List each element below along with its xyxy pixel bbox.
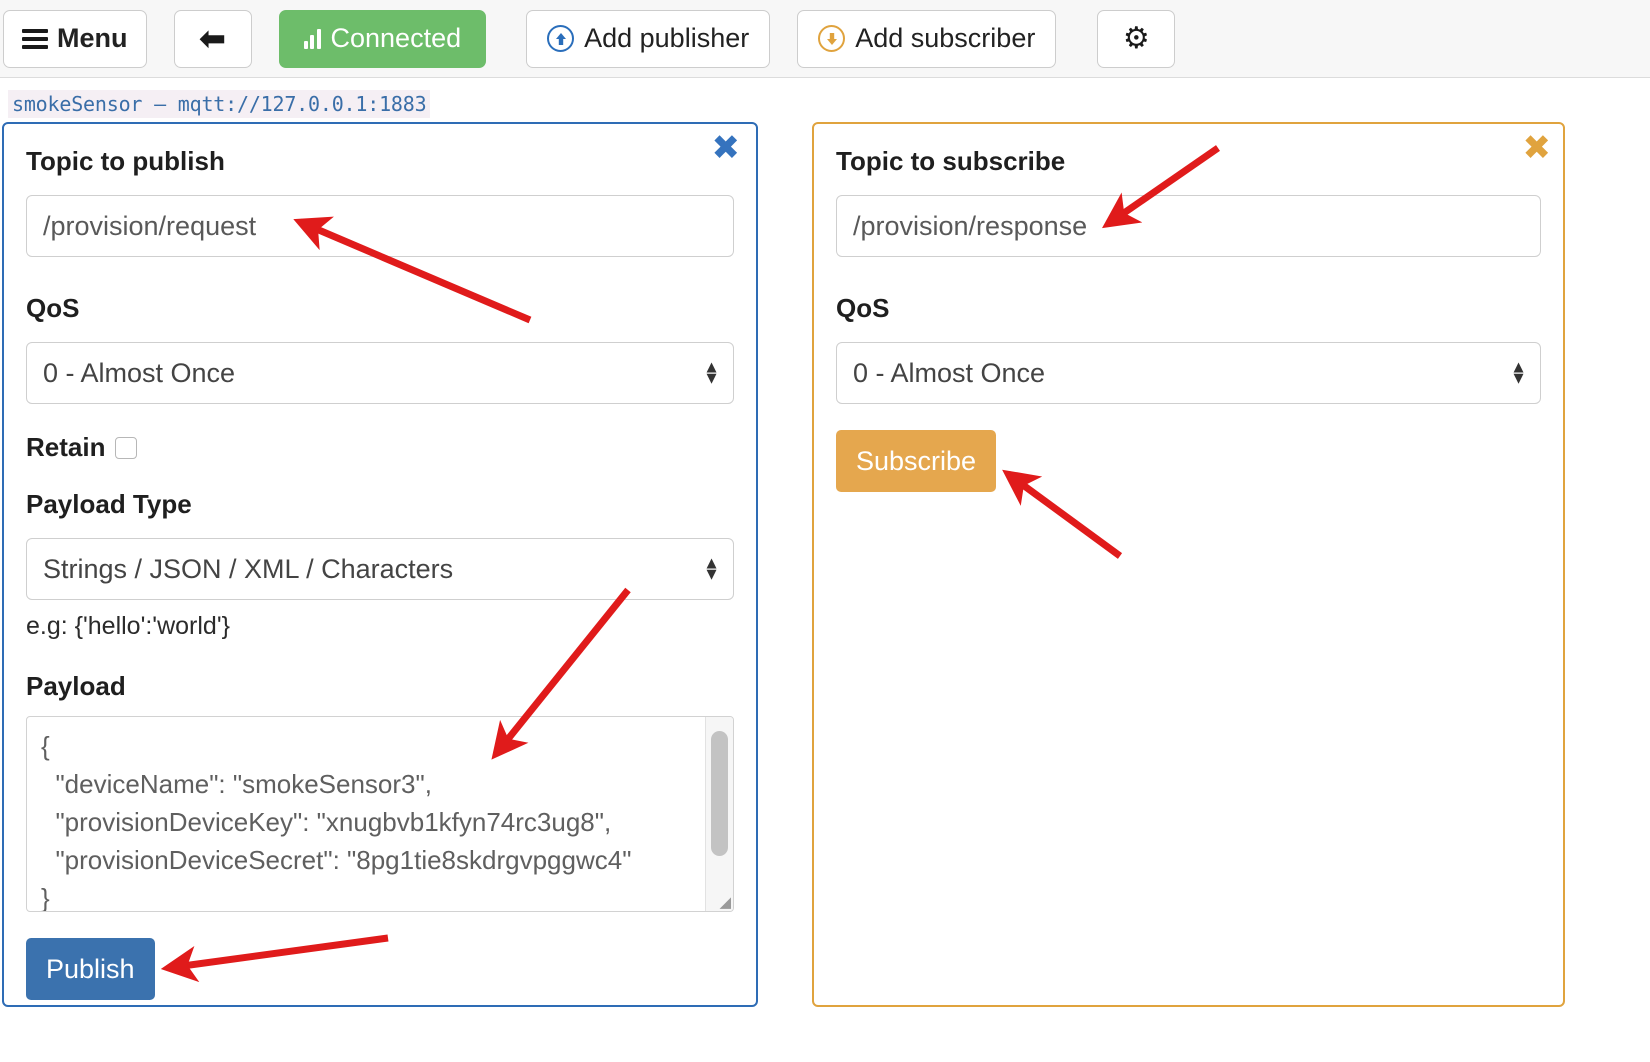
retain-label: Retain (26, 432, 106, 462)
signal-bars-icon (303, 28, 321, 49)
connection-status-label: Connected (330, 23, 462, 53)
publisher-panel: ✖ Topic to publish QoS 0 - Almost Once ▲… (2, 122, 758, 1007)
add-publisher-button[interactable]: Add publisher (526, 9, 771, 68)
chevron-updown-icon: ▲ ▼ (703, 553, 720, 583)
payload-type-select[interactable]: Strings / JSON / XML / Characters ▲ ▼ (26, 538, 734, 600)
payload-textarea-value: { "deviceName": "smokeSensor3", "provisi… (41, 731, 632, 911)
hamburger-icon (22, 28, 48, 49)
menu-button[interactable]: Menu (3, 9, 147, 68)
chevron-updown-icon: ▲ ▼ (1510, 357, 1527, 387)
payload-type-value: Strings / JSON / XML / Characters (43, 553, 454, 584)
menu-button-label: Menu (57, 23, 128, 53)
publish-qos-select[interactable]: 0 - Almost Once ▲ ▼ (26, 342, 734, 404)
resize-handle-icon[interactable]: ◢ (717, 895, 731, 910)
publish-qos-value: 0 - Almost Once (43, 357, 236, 388)
gear-icon: ⚙ (1122, 21, 1150, 55)
subscribe-qos-select[interactable]: 0 - Almost Once ▲ ▼ (836, 342, 1541, 404)
retain-checkbox[interactable] (115, 436, 138, 459)
add-publisher-label: Add publisher (584, 23, 750, 53)
toolbar: Menu ⬅ Connected Add publisher Add subsc… (0, 0, 1650, 78)
subscribe-qos-value: 0 - Almost Once (853, 357, 1046, 388)
retain-row: Retain (26, 432, 734, 463)
payload-scrollbar[interactable] (705, 717, 733, 911)
add-subscriber-button[interactable]: Add subscriber (797, 9, 1057, 68)
subscribe-button[interactable]: Subscribe (836, 430, 997, 492)
topic-to-subscribe-label: Topic to subscribe (836, 146, 1066, 176)
arrow-left-icon: ⬅ (199, 21, 226, 56)
topic-to-publish-input[interactable] (26, 195, 734, 257)
connection-string: smokeSensor — mqtt://127.0.0.1:1883 (8, 90, 431, 118)
add-subscriber-label: Add subscriber (855, 23, 1036, 53)
payload-type-label: Payload Type (26, 489, 192, 519)
publish-qos-label: QoS (26, 293, 80, 323)
topic-to-subscribe-input[interactable] (836, 195, 1541, 257)
chevron-updown-icon: ▲ ▼ (703, 357, 720, 387)
close-icon[interactable]: ✖ (1523, 131, 1552, 165)
settings-button[interactable]: ⚙ (1097, 9, 1176, 68)
payload-label: Payload (26, 671, 126, 701)
circle-arrow-down-icon (818, 25, 846, 52)
connection-status-button[interactable]: Connected (278, 9, 487, 68)
publish-button[interactable]: Publish (26, 938, 155, 1000)
payload-type-hint: e.g: {'hello':'world'} (26, 612, 230, 640)
topic-to-publish-label: Topic to publish (26, 146, 225, 176)
payload-textarea[interactable]: { "deviceName": "smokeSensor3", "provisi… (26, 716, 734, 912)
circle-arrow-up-icon (547, 25, 575, 52)
back-button[interactable]: ⬅ (173, 9, 252, 68)
payload-scrollbar-thumb[interactable] (711, 731, 728, 856)
close-icon[interactable]: ✖ (712, 131, 741, 165)
subscribe-qos-label: QoS (836, 293, 890, 323)
subscriber-panel: ✖ Topic to subscribe QoS 0 - Almost Once… (812, 122, 1565, 1007)
